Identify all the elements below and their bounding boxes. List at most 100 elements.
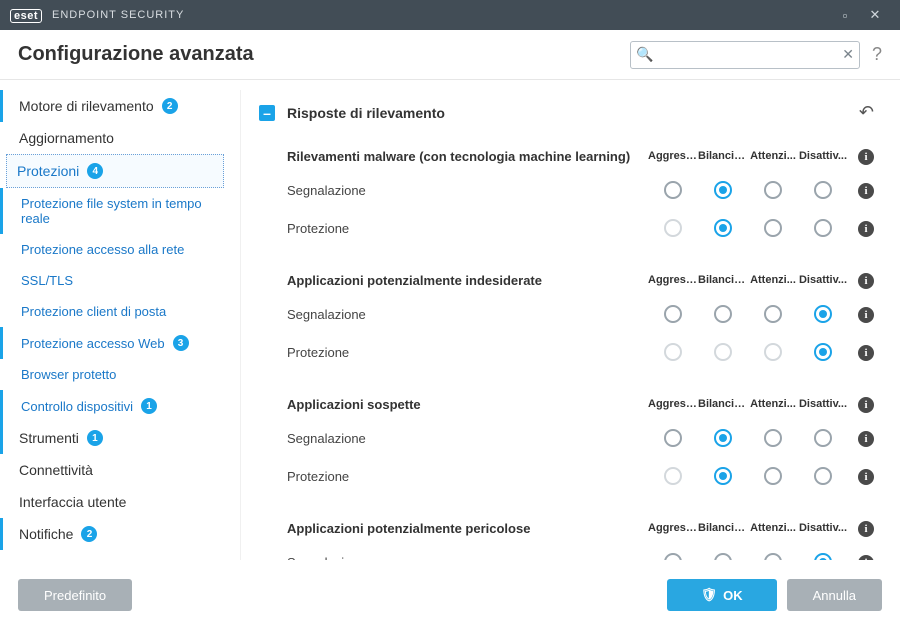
radio-option[interactable] [714, 219, 732, 237]
sidebar-item-4[interactable]: Protezione accesso alla rete [0, 234, 230, 265]
sidebar-item-9[interactable]: Controllo dispositivi 1 [0, 390, 230, 422]
radio-option[interactable] [814, 553, 832, 560]
radio-option[interactable] [814, 181, 832, 199]
radio-option[interactable] [814, 219, 832, 237]
radio-option[interactable] [664, 553, 682, 560]
body: Motore di rilevamento2 Aggiornamento Prote… [0, 80, 900, 570]
setting-row: Segnalazione i [259, 543, 874, 560]
info-icon[interactable]: i [858, 273, 874, 289]
cancel-button[interactable]: Annulla [787, 579, 882, 611]
titlebar: eset ENDPOINT SECURITY ▫ ✕ [0, 0, 900, 30]
sidebar-item-5[interactable]: SSL/TLS [0, 265, 230, 296]
sidebar-item-label: Interfaccia utente [19, 494, 126, 510]
ok-button[interactable]: 🛡 OK [667, 579, 777, 611]
column-label: Bilancia... [698, 150, 748, 162]
group-header: Applicazioni sospetteAggress...Bilancia.… [259, 385, 874, 419]
column-label: Disattiv... [798, 398, 848, 410]
sidebar-item-6[interactable]: Protezione client di posta [0, 296, 230, 327]
default-button[interactable]: Predefinito [18, 579, 132, 611]
collapse-toggle-icon[interactable]: – [259, 105, 275, 121]
setting-row: Protezionei [259, 209, 874, 247]
sidebar: Motore di rilevamento2 Aggiornamento Prote… [0, 80, 230, 570]
radio-option[interactable] [814, 343, 832, 361]
radio-option[interactable] [814, 305, 832, 323]
sidebar-item-2[interactable]: Protezioni4 [6, 154, 224, 188]
sidebar-item-3[interactable]: Protezione file system in tempo reale [0, 188, 230, 234]
sidebar-badge: 2 [162, 98, 178, 114]
column-label: Disattiv... [798, 150, 848, 162]
section-title: Risposte di rilevamento [287, 105, 859, 121]
ok-label: OK [723, 588, 743, 603]
sidebar-item-10[interactable]: Strumenti1 [0, 422, 230, 454]
undo-icon[interactable]: ↶ [859, 102, 874, 123]
sidebar-item-0[interactable]: Motore di rilevamento2 [0, 90, 230, 122]
row-label: Segnalazione [287, 555, 648, 561]
sidebar-item-12[interactable]: Interfaccia utente [0, 486, 230, 518]
info-icon[interactable]: i [858, 469, 874, 485]
sidebar-item-label: Protezione accesso alla rete [21, 242, 184, 257]
window-close-icon[interactable]: ✕ [860, 7, 890, 23]
group-title: Applicazioni sospette [287, 397, 648, 412]
sidebar-badge: 4 [87, 163, 103, 179]
radio-option[interactable] [764, 219, 782, 237]
radio-option[interactable] [714, 553, 732, 560]
sidebar-item-8[interactable]: Browser protetto [0, 359, 230, 390]
info-icon[interactable]: i [858, 397, 874, 413]
radio-option[interactable] [764, 467, 782, 485]
info-icon[interactable]: i [858, 307, 874, 323]
radio-option[interactable] [764, 305, 782, 323]
sidebar-item-13[interactable]: Notifiche2 [0, 518, 230, 550]
radio-option[interactable] [714, 429, 732, 447]
radio-option[interactable] [664, 181, 682, 199]
window-maximize-icon[interactable]: ▫ [830, 8, 860, 23]
radio-option[interactable] [764, 553, 782, 560]
info-icon[interactable]: i [858, 149, 874, 165]
radio-option[interactable] [664, 305, 682, 323]
radio-option [714, 343, 732, 361]
sidebar-item-11[interactable]: Connettività [0, 454, 230, 486]
column-label: Attenzi... [748, 398, 798, 410]
row-label: Segnalazione [287, 183, 648, 198]
search-input[interactable] [630, 41, 860, 69]
info-icon[interactable]: i [858, 431, 874, 447]
sidebar-badge: 1 [141, 398, 157, 414]
column-label: Attenzi... [748, 150, 798, 162]
shield-icon: 🛡 [701, 587, 718, 603]
clear-search-icon[interactable]: ✕ [842, 46, 854, 63]
info-icon[interactable]: i [858, 221, 874, 237]
radio-option[interactable] [814, 429, 832, 447]
product-name: ENDPOINT SECURITY [52, 9, 184, 21]
column-label: Disattiv... [798, 274, 848, 286]
radio-option[interactable] [764, 429, 782, 447]
info-icon[interactable]: i [858, 521, 874, 537]
sidebar-badge: 3 [173, 335, 189, 351]
footer: Predefinito 🛡 OK Annulla [0, 570, 900, 620]
column-label: Aggress... [648, 150, 698, 162]
row-label: Protezione [287, 345, 648, 360]
radio-option[interactable] [714, 305, 732, 323]
sidebar-item-label: Controllo dispositivi [21, 399, 133, 414]
radio-option[interactable] [714, 181, 732, 199]
search-field-wrap: 🔍 ✕ [630, 41, 860, 69]
page-title: Configurazione avanzata [18, 43, 254, 66]
info-icon[interactable]: i [858, 183, 874, 199]
radio-option [664, 343, 682, 361]
sidebar-item-label: Aggiornamento [19, 130, 114, 146]
sidebar-item-label: Strumenti [19, 430, 79, 446]
group-title: Applicazioni potenzialmente indesiderate [287, 273, 648, 288]
sidebar-item-label: Connettività [19, 462, 93, 478]
sidebar-item-1[interactable]: Aggiornamento [0, 122, 230, 154]
radio-option[interactable] [714, 467, 732, 485]
row-label: Protezione [287, 469, 648, 484]
setting-row: Segnalazionei [259, 295, 874, 333]
sidebar-item-7[interactable]: Protezione accesso Web3 [0, 327, 230, 359]
column-label: Attenzi... [748, 522, 798, 534]
info-icon[interactable]: i [858, 555, 874, 560]
radio-option[interactable] [814, 467, 832, 485]
radio-option[interactable] [664, 429, 682, 447]
help-button[interactable]: ? [872, 44, 882, 65]
sidebar-badge: 2 [81, 526, 97, 542]
info-icon[interactable]: i [858, 345, 874, 361]
radio-option[interactable] [764, 181, 782, 199]
group-title: Rilevamenti malware (con tecnologia mach… [287, 149, 648, 164]
